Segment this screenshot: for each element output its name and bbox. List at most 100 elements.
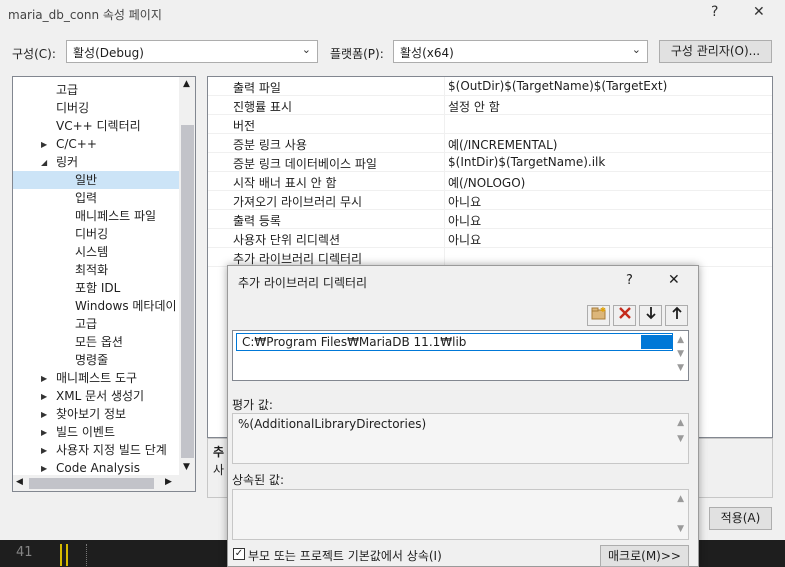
indent-guide [60, 544, 62, 566]
dialog-help-button[interactable]: ? [626, 273, 633, 288]
property-tree: 고급 디버깅 VC++ 디렉터리 ▶ C/C++ ◢ 링커 일반 입력 매니페스트 파일 디버깅 시스… [12, 76, 196, 492]
tree-item[interactable]: 찾아보기 정보 [56, 405, 126, 423]
scroll-left-icon[interactable]: ◀ [16, 477, 23, 487]
scroll-up-icon[interactable]: ▲ [677, 494, 684, 504]
expand-arrow-icon[interactable]: ▶ [41, 446, 47, 455]
scroll-up-icon[interactable]: ▲ [677, 335, 684, 345]
tree-item[interactable]: C/C++ [56, 135, 97, 153]
property-name: 버전 [233, 119, 256, 133]
tree-item[interactable]: 빌드 이벤트 [56, 423, 115, 441]
tree-hscroll-thumb[interactable] [29, 478, 154, 489]
indent-guide [66, 544, 68, 566]
dialog-close-button[interactable]: ✕ [668, 272, 680, 288]
tree-item[interactable]: 입력 [75, 189, 97, 207]
move-down-icon[interactable] [639, 305, 662, 326]
tree-item[interactable]: 디버깅 [56, 99, 89, 117]
expand-arrow-icon[interactable]: ▶ [41, 140, 47, 149]
directory-path[interactable]: C:₩Program Files₩MariaDB 11.1₩lib [242, 335, 466, 349]
apply-button[interactable]: 적용(A) [709, 507, 772, 530]
property-row[interactable]: 출력 등록 아니요 [208, 210, 772, 229]
property-row[interactable]: 출력 파일 $(OutDir)$(TargetName)$(TargetExt) [208, 77, 772, 96]
property-row[interactable]: 증분 링크 데이터베이스 파일 $(IntDir)$(TargetName).il… [208, 153, 772, 172]
expand-arrow-icon[interactable]: ▶ [41, 392, 47, 401]
property-row[interactable]: 사용자 단위 리디렉션 아니요 [208, 229, 772, 248]
property-value[interactable]: $(OutDir)$(TargetName)$(TargetExt) [448, 79, 667, 93]
tree-item[interactable]: 시스템 [75, 243, 108, 261]
property-name: 진행률 표시 [233, 100, 293, 114]
tree-item[interactable]: 사용자 지정 빌드 단계 [56, 441, 167, 459]
move-up-icon[interactable] [665, 305, 688, 326]
platform-select[interactable]: 활성(x64) ⌄ [393, 40, 648, 63]
tree-item[interactable]: 명령줄 [75, 351, 108, 369]
expand-arrow-icon[interactable]: ▶ [41, 410, 47, 419]
browse-button[interactable] [641, 335, 673, 349]
scroll-down-icon[interactable]: ▼ [677, 349, 684, 359]
evaluated-value-box: %(AdditionalLibraryDirectories) ▲ ▼ [232, 413, 689, 464]
property-row[interactable]: 증분 링크 사용 예(/INCREMENTAL) [208, 134, 772, 153]
tree-item[interactable]: 모든 옵션 [75, 333, 123, 351]
expand-arrow-icon[interactable]: ▶ [41, 374, 47, 383]
help-button[interactable]: ? [711, 4, 718, 20]
directory-list[interactable]: C:₩Program Files₩MariaDB 11.1₩lib ▲ ▼ ▼ [232, 330, 689, 381]
tree-item[interactable]: 포함 IDL [75, 279, 120, 297]
scroll-down-icon[interactable]: ▼ [677, 524, 684, 534]
expand-arrow-icon[interactable]: ▶ [41, 464, 47, 473]
property-name: 사용자 단위 리디렉션 [233, 233, 340, 247]
scroll-up-icon[interactable]: ▲ [677, 418, 684, 428]
tree-item[interactable]: 최적화 [75, 261, 108, 279]
tree-item[interactable]: XML 문서 생성기 [56, 387, 144, 405]
collapse-arrow-icon[interactable]: ◢ [41, 158, 47, 167]
config-select[interactable]: 활성(Debug) ⌄ [66, 40, 318, 63]
inherited-value-box: ▲ ▼ [232, 489, 689, 540]
tree-item[interactable]: 고급 [75, 315, 97, 333]
scroll-down-icon[interactable]: ▼ [677, 434, 684, 444]
inherit-label[interactable]: 부모 또는 프로젝트 기본값에서 상속(I) [248, 547, 442, 564]
tree-item[interactable]: 매니페스트 도구 [56, 369, 137, 387]
property-value[interactable]: 예(/NOLOGO) [448, 174, 525, 191]
additional-library-dialog: 추가 라이브러리 디렉터리 ? ✕ ✱ C:₩Program Files₩Mar… [227, 265, 699, 567]
tree-hscrollbar[interactable]: ◀ ▶ [13, 475, 195, 491]
inherit-checkbox[interactable]: ✓ [233, 548, 245, 560]
property-value[interactable]: 아니요 [448, 212, 481, 229]
property-name: 출력 등록 [233, 214, 281, 228]
tree-item[interactable]: 링커 [56, 153, 78, 171]
title-bar: maria_db_conn 속성 페이지 ? ✕ [0, 0, 785, 28]
description-title: 추 [213, 445, 225, 459]
scroll-down-icon[interactable]: ▼ [183, 462, 190, 472]
delete-icon[interactable] [613, 305, 636, 326]
tree-item[interactable]: VC++ 디렉터리 [56, 117, 141, 135]
chevron-down-icon: ⌄ [301, 43, 311, 56]
tree-item[interactable]: Windows 메타데이 [75, 297, 177, 315]
tree-item[interactable]: 디버깅 [75, 225, 108, 243]
property-name: 가져오기 라이브러리 무시 [233, 195, 363, 209]
tree-item[interactable]: 고급 [56, 81, 78, 99]
list-item[interactable]: C:₩Program Files₩MariaDB 11.1₩lib [236, 333, 673, 351]
new-folder-icon[interactable]: ✱ [587, 305, 610, 326]
property-value[interactable]: 설정 안 함 [448, 98, 500, 115]
property-value[interactable]: 예(/INCREMENTAL) [448, 136, 557, 153]
property-row[interactable]: 가져오기 라이브러리 무시 아니요 [208, 191, 772, 210]
property-value[interactable]: 아니요 [448, 231, 481, 248]
tree-item[interactable]: 일반 [75, 171, 97, 189]
macro-button[interactable]: 매크로(M)>> [600, 545, 689, 567]
tree-item[interactable]: 매니페스트 파일 [75, 207, 156, 225]
property-name: 출력 파일 [233, 81, 281, 95]
indent-guide [86, 544, 87, 566]
property-row[interactable]: 시작 배너 표시 안 함 예(/NOLOGO) [208, 172, 772, 191]
config-manager-button[interactable]: 구성 관리자(O)... [659, 40, 772, 63]
property-value[interactable]: 아니요 [448, 193, 481, 210]
property-row[interactable]: 버전 [208, 115, 772, 134]
scroll-right-icon[interactable]: ▶ [165, 477, 172, 487]
chevron-down-icon: ⌄ [631, 43, 641, 56]
scroll-up-icon[interactable]: ▲ [183, 79, 190, 89]
config-value: 활성(Debug) [73, 46, 144, 60]
tree-scroll-thumb[interactable] [181, 125, 194, 458]
platform-value: 활성(x64) [400, 46, 454, 60]
scroll-down-icon[interactable]: ▼ [677, 363, 684, 373]
tree-vscrollbar[interactable]: ▲ ▼ [179, 77, 195, 475]
property-value[interactable]: $(IntDir)$(TargetName).ilk [448, 155, 605, 169]
property-name: 시작 배너 표시 안 함 [233, 176, 337, 190]
close-button[interactable]: ✕ [753, 4, 765, 20]
expand-arrow-icon[interactable]: ▶ [41, 428, 47, 437]
property-row[interactable]: 진행률 표시 설정 안 함 [208, 96, 772, 115]
